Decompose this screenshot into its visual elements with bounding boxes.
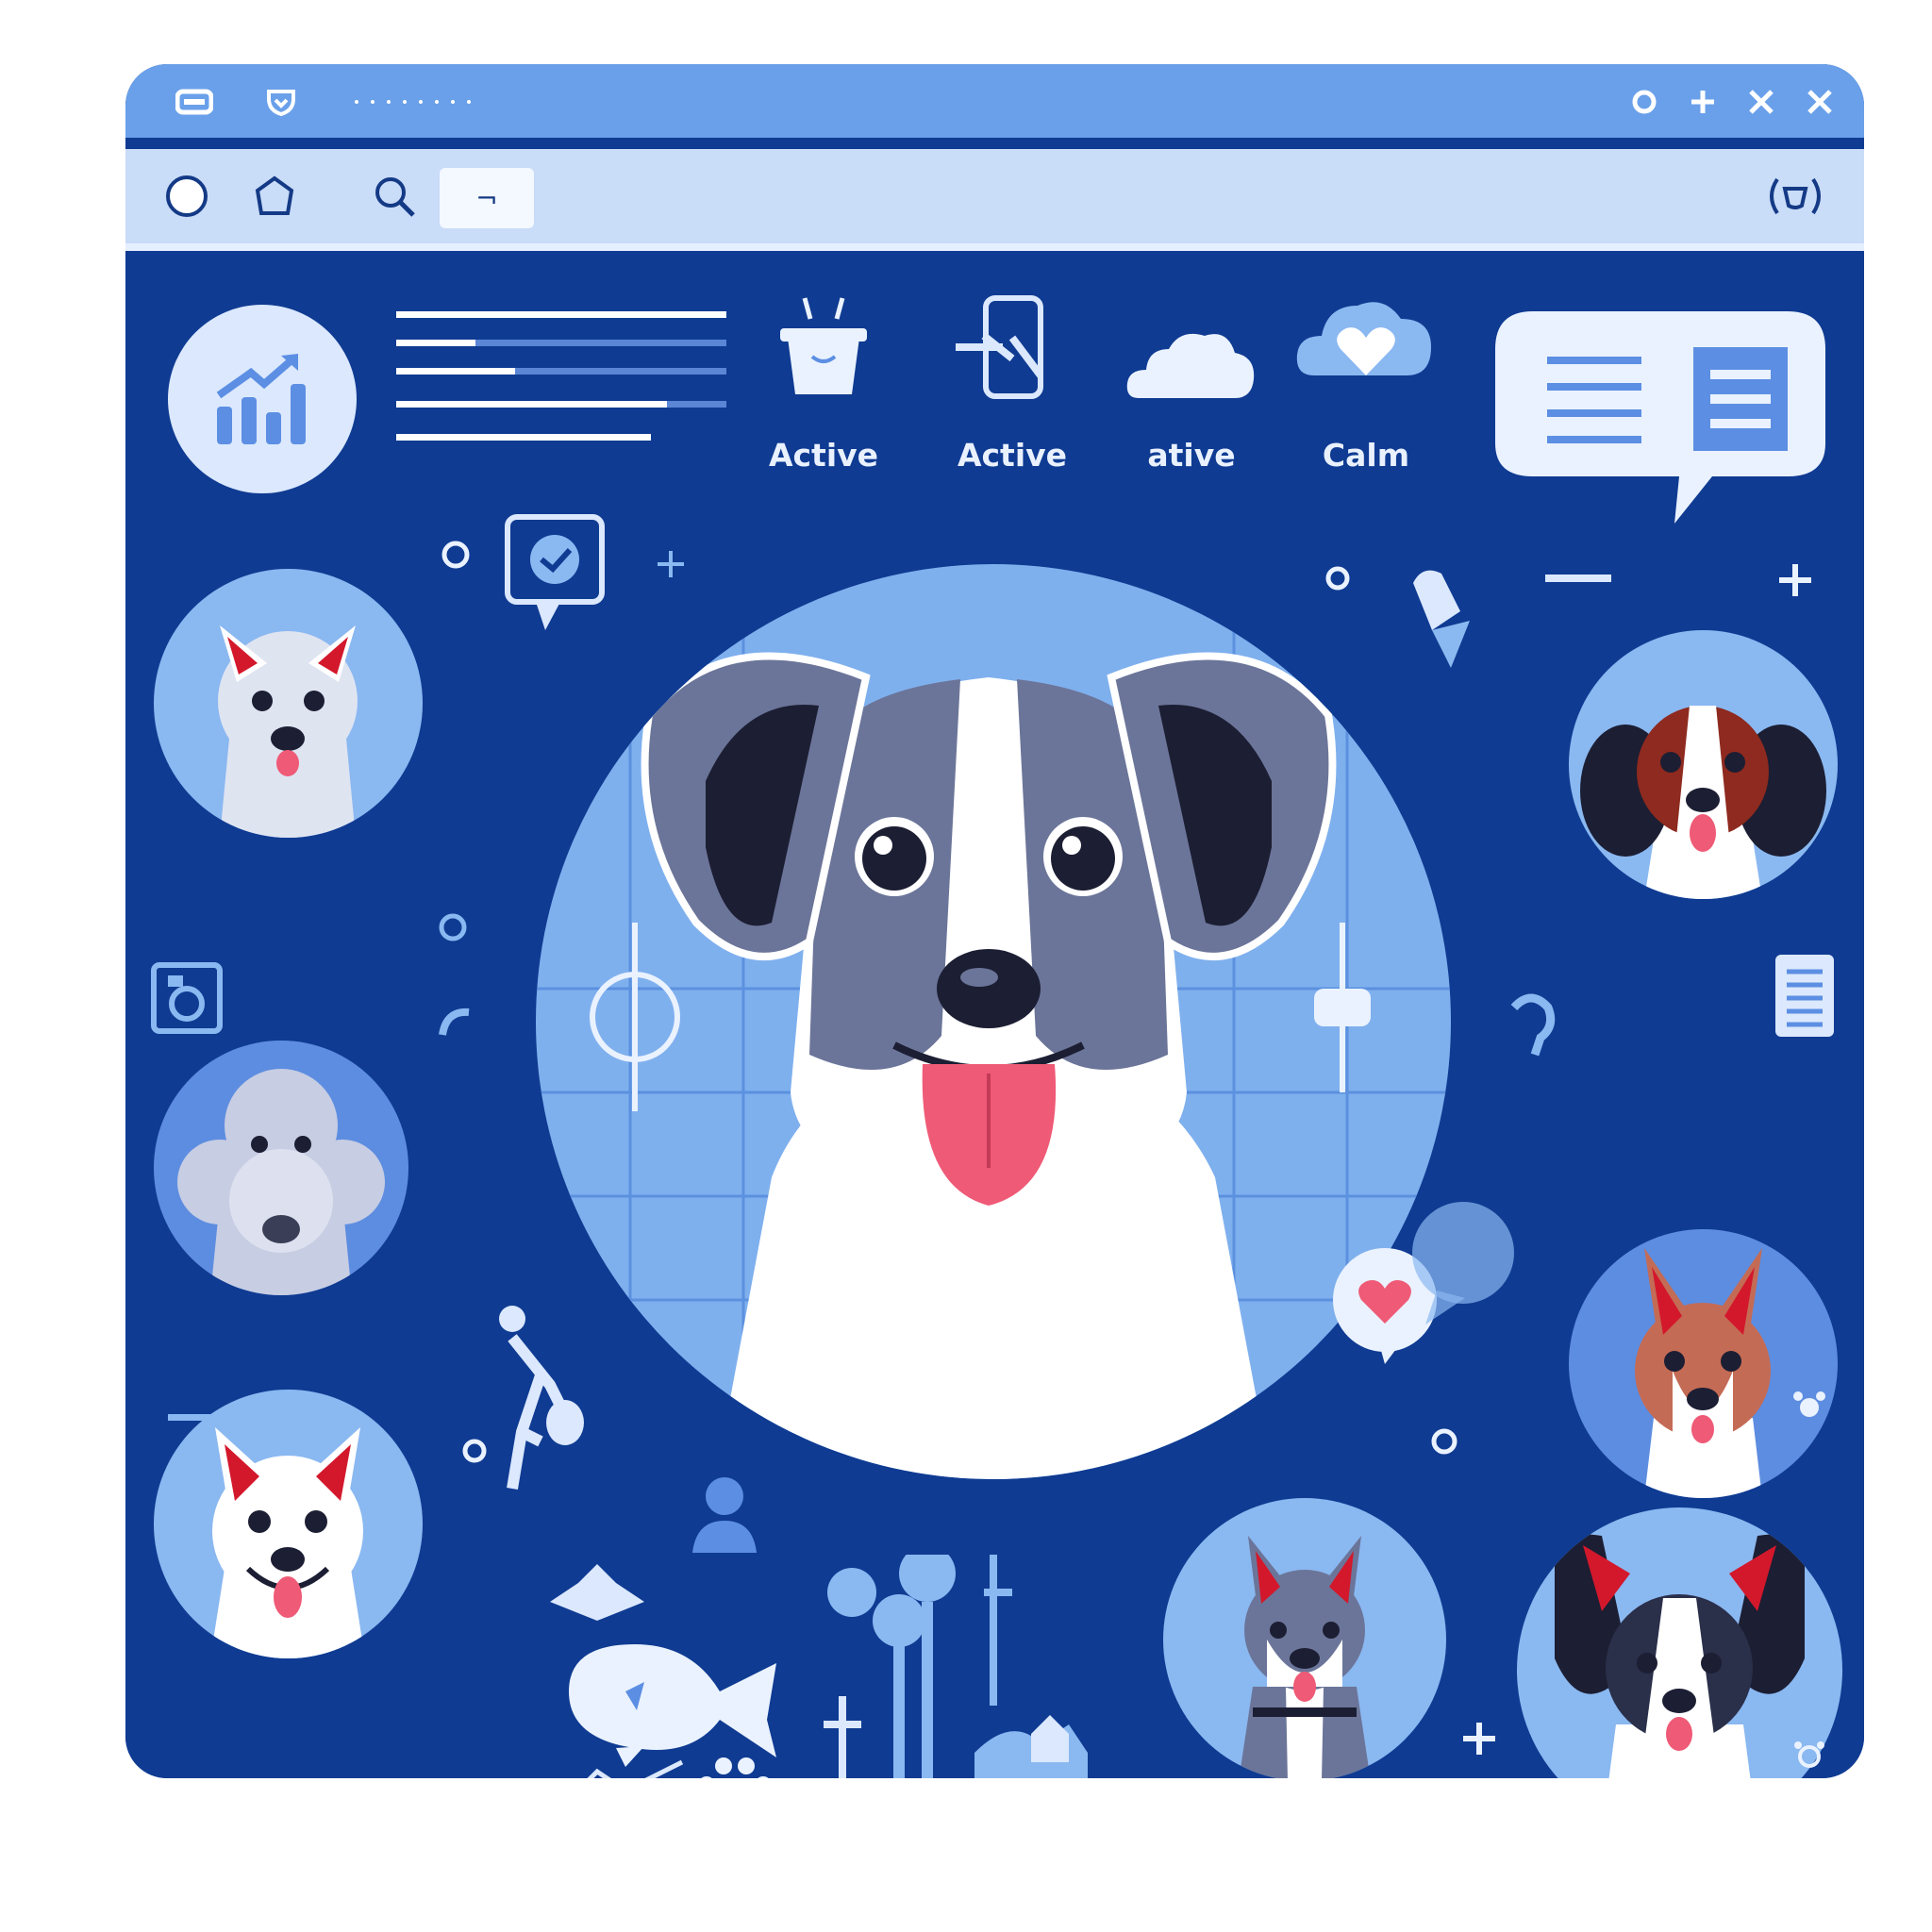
shield-icon[interactable] bbox=[262, 83, 300, 121]
minus-icon bbox=[163, 1408, 220, 1437]
dog-poodle[interactable] bbox=[154, 1041, 408, 1295]
document-icon[interactable] bbox=[1772, 951, 1838, 1041]
phone-touch-icon bbox=[956, 295, 1044, 399]
settings-icon[interactable] bbox=[1625, 83, 1663, 121]
app-window: ¬ Active Active ative Calm bbox=[125, 64, 1864, 1778]
cloud-heart-icon bbox=[1296, 302, 1431, 375]
mood-chip-label: Active bbox=[768, 437, 879, 474]
fish-icon bbox=[550, 1635, 786, 1767]
chat-bubble-icon[interactable] bbox=[1495, 311, 1825, 547]
sparkle-icon bbox=[429, 904, 476, 951]
home-shield-icon[interactable] bbox=[251, 173, 298, 220]
paw-icon bbox=[1790, 1385, 1828, 1423]
progress-bar bbox=[396, 434, 726, 441]
mood-chip-icon[interactable] bbox=[767, 291, 880, 404]
dog-face-icon bbox=[536, 564, 1451, 1479]
mood-chip-icon[interactable] bbox=[1125, 291, 1257, 413]
search-input[interactable]: ¬ bbox=[440, 168, 534, 228]
dot-icon bbox=[1425, 1423, 1463, 1460]
dog-face-icon bbox=[1635, 1248, 1771, 1498]
plus-icon bbox=[1772, 557, 1819, 604]
title-dots bbox=[352, 92, 484, 111]
close-icon[interactable] bbox=[1801, 83, 1839, 121]
minus-icon bbox=[1541, 569, 1616, 597]
cloud-icon bbox=[1126, 333, 1255, 398]
chat-bubble-icon bbox=[1399, 1196, 1522, 1328]
pointer-hand-icon bbox=[1394, 545, 1489, 677]
back-circle-icon[interactable] bbox=[163, 173, 210, 220]
person-icon[interactable] bbox=[687, 1470, 762, 1555]
running-figure-icon bbox=[484, 1300, 597, 1507]
sparkle-icon bbox=[437, 1003, 475, 1041]
dog-white-red-ears[interactable] bbox=[154, 569, 423, 838]
broadcast-icon[interactable] bbox=[1762, 173, 1828, 220]
dog-spaniel[interactable] bbox=[1569, 630, 1838, 899]
ear-icon bbox=[1503, 989, 1559, 1064]
dog-corgi[interactable] bbox=[1569, 1229, 1838, 1498]
dog-face-icon bbox=[1580, 706, 1826, 899]
content-area: Active Active ative Calm bbox=[125, 262, 1864, 1778]
mood-chip-label: Calm bbox=[1322, 437, 1410, 474]
camera-icon[interactable] bbox=[149, 960, 225, 1036]
dog-face-icon bbox=[218, 625, 358, 838]
mood-chip-label: Active bbox=[957, 437, 1068, 474]
paw-icon bbox=[1790, 1734, 1828, 1772]
progress-bar bbox=[396, 401, 726, 408]
mood-chip-icon[interactable] bbox=[1295, 281, 1437, 413]
landscape-icon bbox=[974, 1555, 1088, 1778]
tree-icon bbox=[814, 1555, 974, 1778]
dog-husky-collar[interactable] bbox=[1163, 1498, 1446, 1778]
featured-dog-frame[interactable] bbox=[536, 564, 1451, 1479]
add-icon[interactable] bbox=[1684, 83, 1722, 121]
check-badge-icon[interactable] bbox=[498, 512, 611, 635]
window-menu-icon[interactable] bbox=[175, 83, 213, 121]
stats-bars bbox=[396, 311, 726, 453]
mood-chip-label: ative bbox=[1147, 437, 1236, 474]
growth-chart-icon bbox=[216, 354, 306, 444]
paw-icon bbox=[691, 1753, 776, 1778]
bowl-icon bbox=[780, 297, 867, 394]
title-bar bbox=[125, 64, 1864, 138]
toolbar: ¬ bbox=[125, 149, 1864, 251]
stats-button[interactable] bbox=[168, 305, 357, 493]
trend-line-icon bbox=[503, 1753, 691, 1778]
dog-face-icon bbox=[177, 1069, 385, 1295]
mood-chip-icon[interactable] bbox=[956, 291, 1069, 404]
progress-bar bbox=[396, 311, 726, 318]
progress-bar bbox=[396, 368, 726, 375]
plus-icon bbox=[1456, 1715, 1503, 1762]
dog-face-icon bbox=[1239, 1536, 1371, 1778]
plus-icon bbox=[652, 545, 690, 583]
puzzle-icon bbox=[541, 1545, 654, 1640]
close-icon[interactable] bbox=[1742, 83, 1780, 121]
dot-icon bbox=[437, 536, 475, 574]
dot-icon bbox=[1319, 559, 1357, 597]
progress-bar bbox=[396, 340, 726, 346]
search-icon[interactable] bbox=[371, 173, 418, 220]
